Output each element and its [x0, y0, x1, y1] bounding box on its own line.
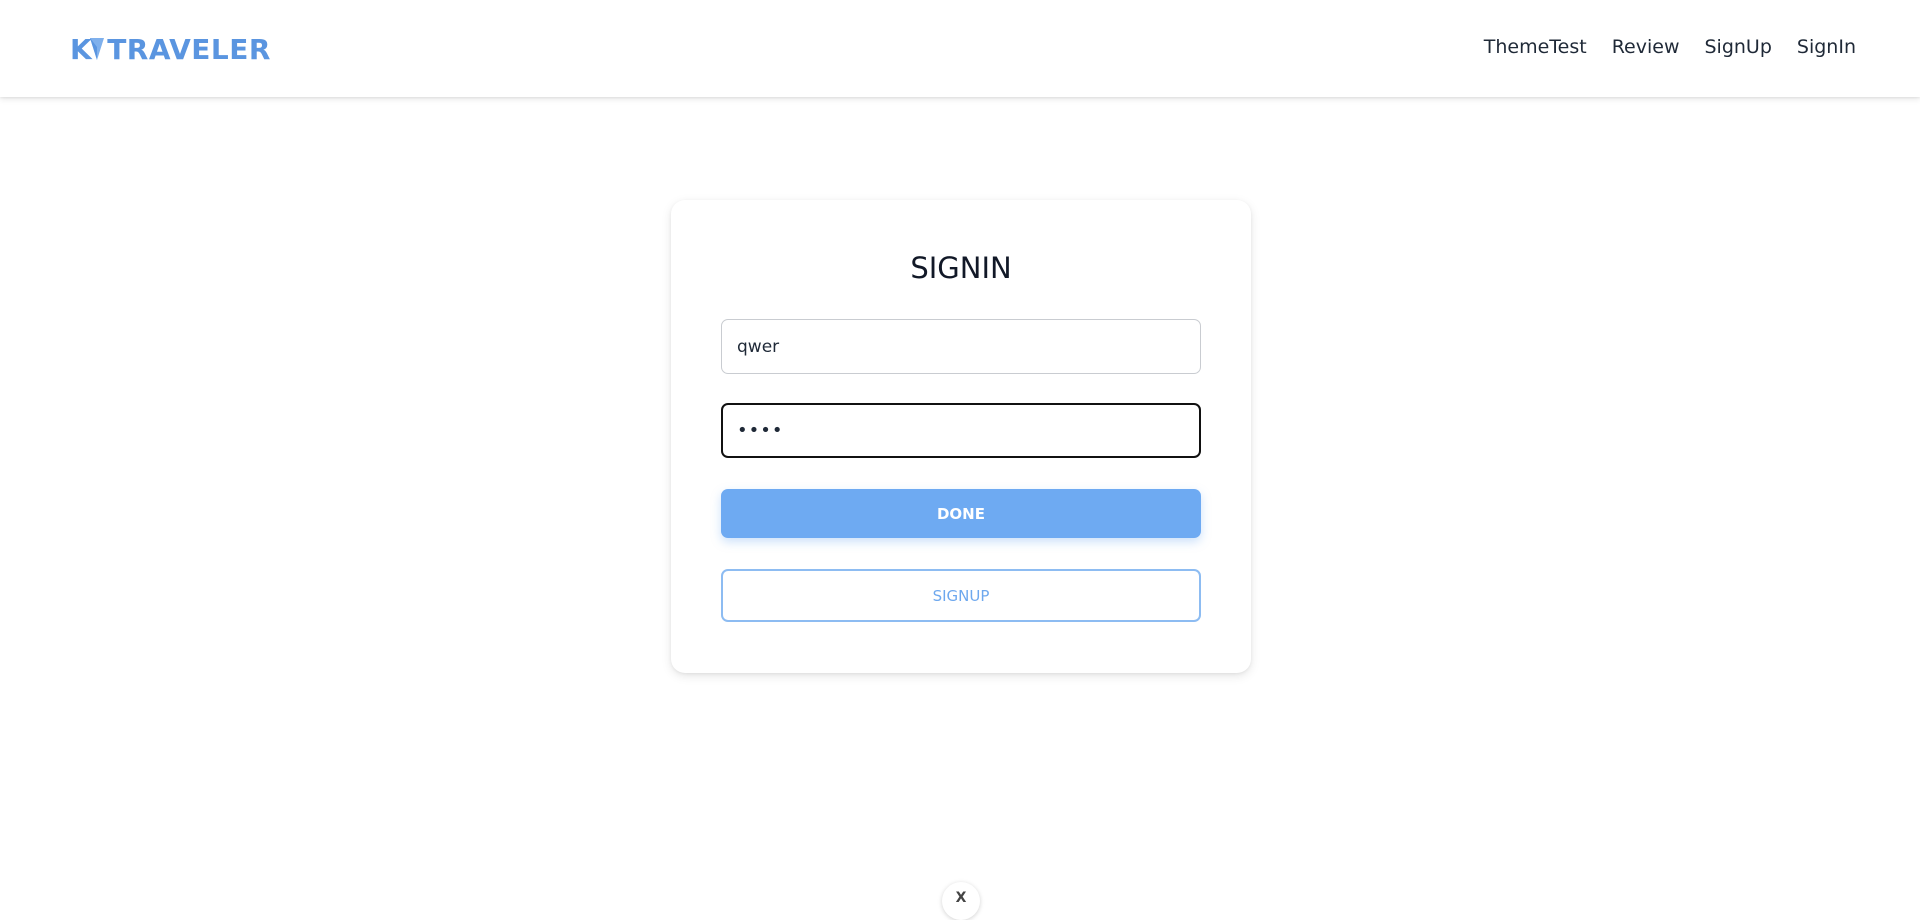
password-input[interactable]: [721, 403, 1201, 458]
x-icon[interactable]: X: [942, 882, 980, 920]
nav-link-themetest[interactable]: ThemeTest: [1484, 32, 1587, 62]
logo-text-suffix: TRAVELER: [107, 32, 271, 66]
done-button[interactable]: DONE: [721, 489, 1201, 538]
nav-link-signup[interactable]: SignUp: [1704, 32, 1771, 62]
nav-link-review[interactable]: Review: [1612, 32, 1680, 62]
top-header: K TRAVELER ThemeTest Review SignUp SignI…: [0, 0, 1920, 97]
logo[interactable]: K TRAVELER: [70, 31, 271, 67]
main-nav: ThemeTest Review SignUp SignIn: [1484, 32, 1856, 62]
paper-plane-icon: [88, 36, 106, 62]
signin-title: SIGNIN: [910, 251, 1012, 285]
signup-button[interactable]: SIGNUP: [721, 569, 1201, 622]
nav-link-signin[interactable]: SignIn: [1797, 32, 1856, 62]
username-input[interactable]: [721, 319, 1201, 374]
signin-card: SIGNIN DONE SIGNUP: [671, 200, 1251, 673]
